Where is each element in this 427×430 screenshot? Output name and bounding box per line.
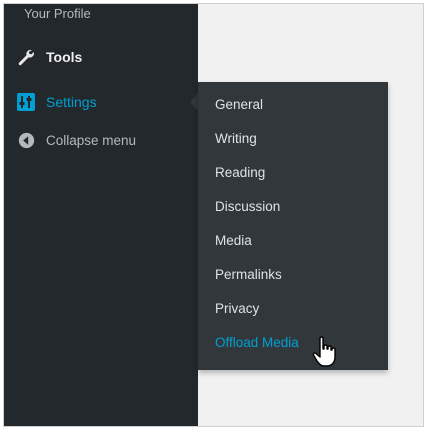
screenshot-frame: Your Profile Tools Settings Collapse men… — [3, 3, 424, 427]
collapse-arrow-icon — [16, 130, 36, 150]
submenu-item-general[interactable]: General — [215, 94, 263, 116]
settings-sliders-icon — [16, 92, 36, 112]
sidebar-item-your-profile[interactable]: Your Profile — [4, 4, 198, 30]
admin-sidebar: Your Profile Tools Settings Collapse men… — [4, 4, 199, 426]
collapse-menu-button[interactable]: Collapse menu — [4, 123, 198, 157]
submenu-item-media[interactable]: Media — [215, 230, 252, 252]
sidebar-item-tools[interactable]: Tools — [4, 40, 198, 74]
submenu-item-offload-media[interactable]: Offload Media — [215, 332, 299, 354]
submenu-item-privacy[interactable]: Privacy — [215, 298, 259, 320]
sidebar-item-label: Your Profile — [24, 5, 91, 21]
submenu-item-reading[interactable]: Reading — [215, 162, 265, 184]
sidebar-item-settings[interactable]: Settings — [4, 84, 199, 120]
settings-submenu: General Writing Reading Discussion Media… — [198, 82, 388, 370]
submenu-item-writing[interactable]: Writing — [215, 128, 257, 150]
sidebar-item-label: Collapse menu — [46, 132, 137, 148]
wrench-icon — [16, 47, 36, 67]
hand-pointer-cursor-icon — [312, 336, 336, 367]
submenu-item-permalinks[interactable]: Permalinks — [215, 264, 282, 286]
submenu-item-discussion[interactable]: Discussion — [215, 196, 280, 218]
sidebar-item-label: Tools — [46, 49, 83, 65]
sidebar-item-label: Settings — [46, 94, 97, 110]
